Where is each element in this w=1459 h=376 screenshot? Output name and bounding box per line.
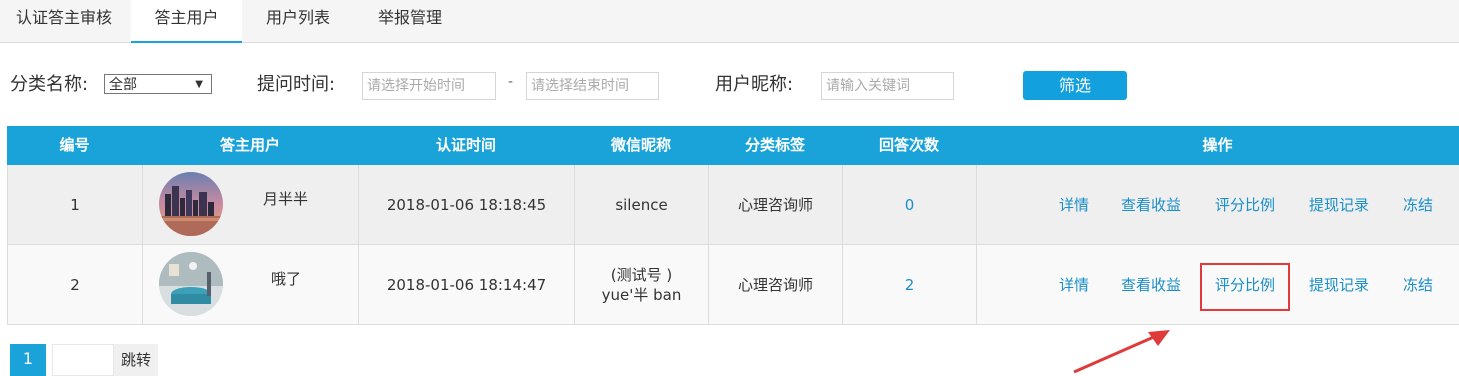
wechat-nickname: silence xyxy=(615,195,668,214)
filter-bar: 分类名称: 全部 ▼ 提问时间: - 用户昵称: 筛选 xyxy=(0,70,1459,102)
filter-button[interactable]: 筛选 xyxy=(1023,71,1127,100)
withdrawal-records-link[interactable]: 提现记录 xyxy=(1309,194,1369,215)
tab-answerer-users[interactable]: 答主用户 xyxy=(131,0,242,43)
detail-link[interactable]: 详情 xyxy=(1059,194,1089,215)
row-cert-time: 2018-01-06 18:18:45 xyxy=(358,165,574,244)
header-user: 答主用户 xyxy=(219,136,280,154)
answers-count-link[interactable]: 0 xyxy=(905,195,915,215)
page-jump-button[interactable]: 跳转 xyxy=(114,344,158,376)
category-select-value: 全部 xyxy=(109,77,137,93)
header-wechat: 微信昵称 xyxy=(610,136,671,154)
question-time-label: 提问时间: xyxy=(257,74,336,95)
end-time-input[interactable] xyxy=(526,72,659,100)
header-cert-time: 认证时间 xyxy=(435,136,496,154)
row-wechat: silence xyxy=(574,165,708,244)
annotation-arrow-icon xyxy=(1073,330,1170,374)
header-actions: 操作 xyxy=(1202,136,1233,154)
wechat-nickname-line2: yue'半 ban xyxy=(601,285,682,304)
dropdown-arrow-icon: ▼ xyxy=(195,79,203,90)
nickname-label: 用户昵称: xyxy=(715,74,794,95)
avatar[interactable] xyxy=(159,172,223,236)
answers-count-link[interactable]: 2 xyxy=(905,275,915,295)
tab-bar: 认证答主审核 答主用户 用户列表 举报管理 xyxy=(0,0,1459,43)
table-row: 1 月半半 2018-01-06 18:18:45 silence 心理咨询师 … xyxy=(7,165,1459,245)
start-time-input[interactable] xyxy=(362,72,496,100)
header-answers: 回答次数 xyxy=(878,136,939,154)
category-select[interactable]: 全部 ▼ xyxy=(104,74,212,94)
user-name: 月半半 xyxy=(263,190,309,208)
category-label: 分类名称: xyxy=(10,74,89,95)
tab-user-list[interactable]: 用户列表 xyxy=(244,0,352,42)
row-id: 2 xyxy=(7,245,142,324)
row-user-cell: 哦了 xyxy=(142,245,358,324)
nickname-input[interactable] xyxy=(821,72,954,100)
rating-ratio-link[interactable]: 评分比例 xyxy=(1215,194,1275,215)
view-earnings-link[interactable]: 查看收益 xyxy=(1121,194,1181,215)
row-wechat: (测试号 ) yue'半 ban xyxy=(574,245,708,324)
row-answers: 2 xyxy=(842,245,976,324)
tab-report-management[interactable]: 举报管理 xyxy=(356,0,464,42)
view-earnings-link[interactable]: 查看收益 xyxy=(1121,274,1181,295)
row-tag: 心理咨询师 xyxy=(708,165,842,244)
row-user-cell: 月半半 xyxy=(142,165,358,244)
row-id: 1 xyxy=(7,165,142,244)
freeze-link[interactable]: 冻结 xyxy=(1403,194,1433,215)
row-answers: 0 xyxy=(842,165,976,244)
header-id: 编号 xyxy=(59,136,90,154)
header-tag: 分类标签 xyxy=(744,136,805,154)
date-range-dash: - xyxy=(508,74,514,90)
avatar[interactable] xyxy=(159,252,223,316)
tab-certified-review[interactable]: 认证答主审核 xyxy=(0,0,128,42)
page-jump-input[interactable] xyxy=(52,344,114,376)
highlight-box xyxy=(1200,263,1290,311)
row-cert-time: 2018-01-06 18:14:47 xyxy=(358,245,574,324)
table-header: 编号 答主用户 认证时间 微信昵称 分类标签 回答次数 操作 xyxy=(7,126,1459,165)
wechat-nickname-line1: (测试号 ) xyxy=(610,265,673,284)
row-tag: 心理咨询师 xyxy=(708,245,842,324)
row-actions: 详情 查看收益 评分比例 提现记录 冻结 xyxy=(976,165,1459,244)
page-button-current[interactable]: 1 xyxy=(10,344,46,376)
withdrawal-records-link[interactable]: 提现记录 xyxy=(1309,274,1369,295)
freeze-link[interactable]: 冻结 xyxy=(1403,274,1433,295)
user-name: 哦了 xyxy=(271,270,302,288)
detail-link[interactable]: 详情 xyxy=(1059,274,1089,295)
